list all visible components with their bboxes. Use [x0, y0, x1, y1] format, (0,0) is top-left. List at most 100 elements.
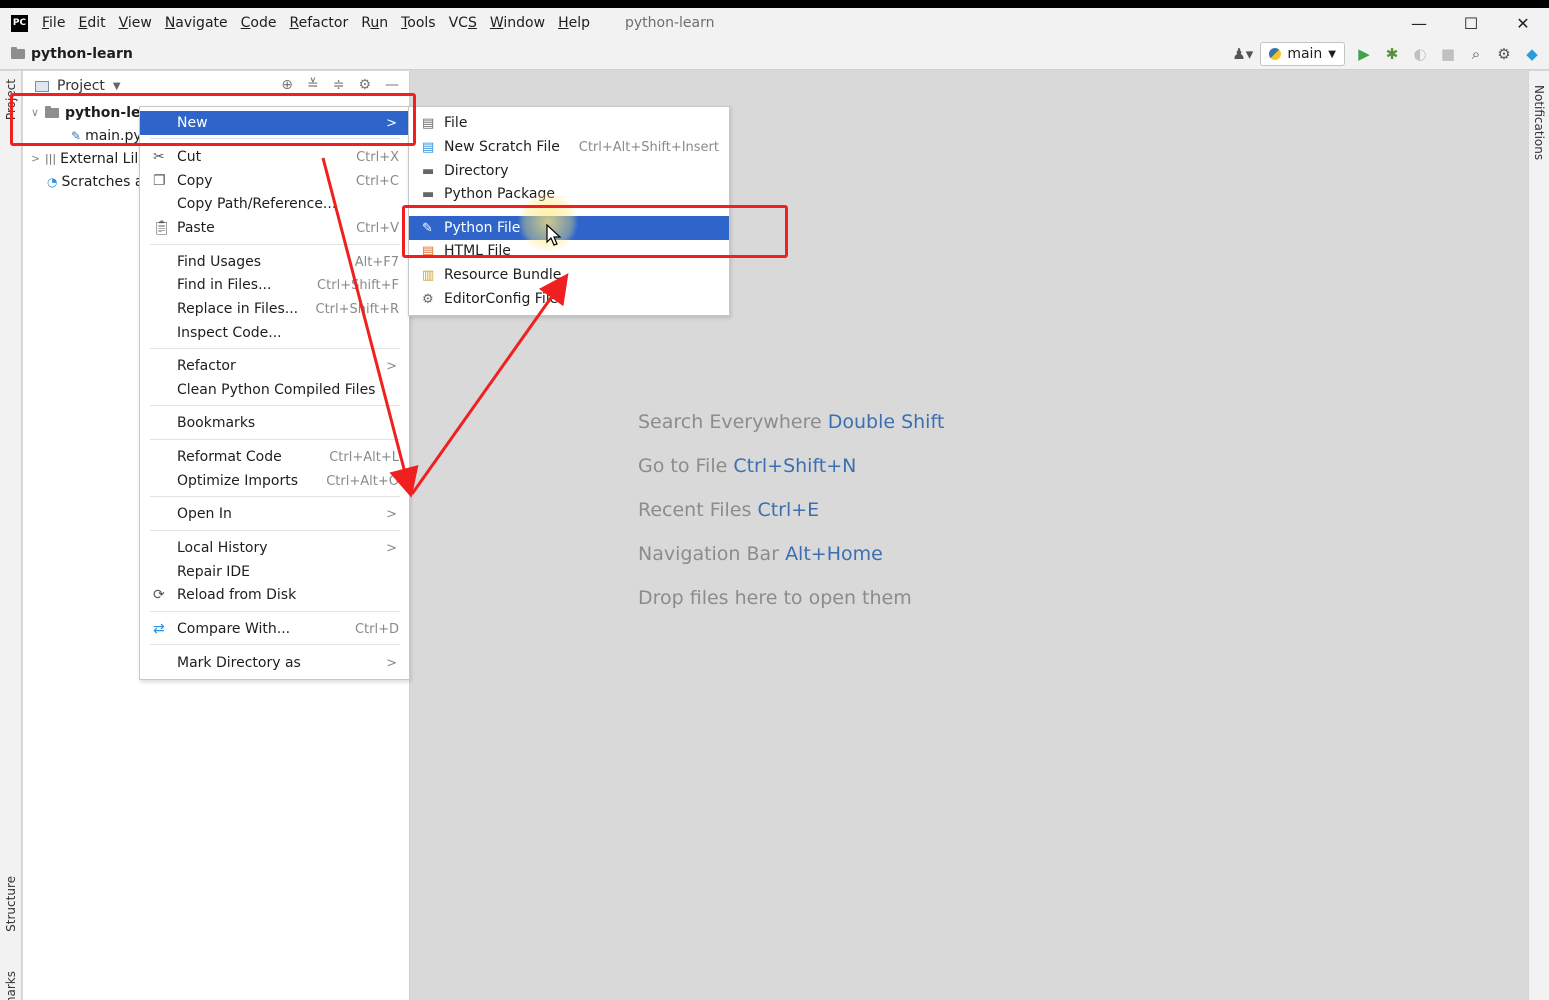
menu-separator [150, 496, 400, 497]
submenu-item-editorconfig-file[interactable]: ⚙ EditorConfig File [409, 287, 729, 311]
menu-item-compare-with[interactable]: ⇄ Compare With... Ctrl+D [140, 617, 409, 641]
menu-help[interactable]: Help [558, 15, 590, 31]
search-icon[interactable]: ⌕ [1467, 45, 1485, 63]
pycharm-logo-icon: PC [11, 14, 28, 32]
navigation-bar: python-learn ♟▾ main ▼ ▶ ✱ ◐ ■ ⌕ ⚙ ◆ [0, 38, 1549, 70]
menu-vcs[interactable]: VCS [449, 15, 477, 31]
editor-empty-hints: Search Everywhere Double Shift Go to Fil… [638, 400, 944, 620]
coverage-icon[interactable]: ◐ [1411, 45, 1429, 63]
menu-separator [150, 405, 400, 406]
menu-navigate[interactable]: Navigate [165, 15, 228, 31]
menu-window[interactable]: Window [490, 15, 545, 31]
menu-item-reload-from-disk[interactable]: ⟳ Reload from Disk [140, 583, 409, 607]
left-tool-strip: Project Structure Bookmarks [0, 71, 22, 1000]
menu-separator [150, 530, 400, 531]
stop-icon[interactable]: ■ [1439, 45, 1457, 63]
toolbar-right: ♟▾ main ▼ ▶ ✱ ◐ ■ ⌕ ⚙ ◆ [1232, 41, 1541, 67]
menu-view[interactable]: View [119, 15, 152, 31]
menu-item-optimize-imports[interactable]: Optimize Imports Ctrl+Alt+O [140, 469, 409, 493]
menu-edit[interactable]: Edit [78, 15, 105, 31]
submenu-item-new-scratch-file[interactable]: ▤ New Scratch File Ctrl+Alt+Shift+Insert [409, 135, 729, 159]
package-icon: ▬ [422, 186, 435, 202]
menu-item-open-in[interactable]: Open In > [140, 502, 409, 526]
tree-item-scratches[interactable]: ◔ Scratches a [47, 170, 143, 193]
project-view-icon [35, 80, 49, 92]
file-icon: ▤ [422, 115, 435, 131]
menu-item-mark-directory-as[interactable]: Mark Directory as > [140, 651, 409, 675]
chevron-right-icon[interactable]: > [31, 152, 45, 165]
menu-code[interactable]: Code [241, 15, 277, 31]
debug-icon[interactable]: ✱ [1383, 45, 1401, 63]
menu-item-paste[interactable]: 📋︎ Paste Ctrl+V [140, 216, 409, 240]
library-icon: ||| [45, 152, 57, 165]
menu-separator [150, 348, 400, 349]
maximize-button[interactable]: ☐ [1445, 8, 1497, 38]
menu-item-inspect-code[interactable]: Inspect Code... [140, 321, 409, 345]
hide-icon[interactable]: — [385, 77, 399, 93]
menu-item-local-history[interactable]: Local History > [140, 536, 409, 560]
window-controls: — ☐ ✕ [1393, 8, 1549, 38]
notifications-tool-tab[interactable]: Notifications [1532, 85, 1546, 160]
menu-item-find-in-files[interactable]: Find in Files... Ctrl+Shift+F [140, 273, 409, 297]
menu-item-replace-in-files[interactable]: Replace in Files... Ctrl+Shift+R [140, 297, 409, 321]
run-config-selector[interactable]: main ▼ [1260, 42, 1345, 66]
chevron-down-icon[interactable]: ▼ [113, 81, 121, 92]
menu-bar: PC File Edit View Navigate Code Refactor… [0, 8, 1549, 38]
hint-row: Recent Files Ctrl+E [638, 499, 820, 521]
structure-tool-tab[interactable]: Structure [4, 876, 18, 932]
right-tool-strip: Notifications [1528, 71, 1549, 1000]
hint-row: Navigation Bar Alt+Home [638, 543, 883, 565]
menu-item-repair-ide[interactable]: Repair IDE [140, 560, 409, 584]
run-config-label: main [1287, 46, 1323, 62]
chevron-right-icon: > [386, 655, 397, 671]
menu-run[interactable]: Run [361, 15, 388, 31]
user-icon[interactable]: ♟▾ [1232, 45, 1253, 63]
collapse-all-icon[interactable]: ≑ [333, 77, 345, 93]
expand-all-icon[interactable]: ≚ [307, 77, 319, 93]
scratches-icon: ◔ [47, 174, 58, 189]
chevron-down-icon: ▼ [1328, 48, 1336, 60]
jetbrains-icon[interactable]: ◆ [1523, 45, 1541, 63]
compare-icon: ⇄ [153, 621, 165, 637]
menu-item-reformat-code[interactable]: Reformat Code Ctrl+Alt+L [140, 445, 409, 469]
menu-tools[interactable]: Tools [401, 15, 436, 31]
menu-item-find-usages[interactable]: Find Usages Alt+F7 [140, 250, 409, 274]
hint-row: Drop files here to open them [638, 587, 912, 609]
close-button[interactable]: ✕ [1497, 8, 1549, 38]
scratch-file-icon: ▤ [422, 139, 435, 155]
context-menu: New > ✂ Cut Ctrl+X ❐ Copy Ctrl+C Copy Path/Re… [139, 106, 410, 680]
menu-file[interactable]: File [42, 15, 65, 31]
submenu-item-directory[interactable]: ▬ Directory [409, 159, 729, 183]
chevron-right-icon: > [386, 540, 397, 556]
gear-icon[interactable]: ⚙ [1495, 45, 1513, 63]
annotation-box-new [10, 93, 416, 146]
run-icon[interactable]: ▶ [1355, 45, 1373, 63]
menu-item-clean-python-compiled[interactable]: Clean Python Compiled Files [140, 378, 409, 402]
menu-item-cut[interactable]: ✂ Cut Ctrl+X [140, 145, 409, 169]
menu-item-copy-path[interactable]: Copy Path/Reference... [140, 192, 409, 216]
annotation-box-python-file [402, 205, 788, 258]
submenu-item-resource-bundle[interactable]: ▥ Resource Bundle [409, 263, 729, 287]
menu-item-bookmarks[interactable]: Bookmarks [140, 411, 409, 435]
breadcrumb-project[interactable]: python-learn [31, 46, 133, 62]
gear-icon[interactable]: ⚙ [358, 77, 371, 93]
chevron-right-icon: > [386, 358, 397, 374]
menu-refactor[interactable]: Refactor [289, 15, 348, 31]
tree-item-label: External Lil [60, 150, 139, 167]
python-icon [1269, 48, 1282, 60]
menu-separator [150, 611, 400, 612]
window-title: python-learn [625, 15, 715, 31]
locate-icon[interactable]: ⊕ [281, 77, 293, 93]
bookmarks-tool-tab[interactable]: Bookmarks [4, 971, 18, 1000]
submenu-item-file[interactable]: ▤ File [409, 111, 729, 135]
tree-item-external-libraries[interactable]: > ||| External Lil [31, 147, 138, 170]
minimize-button[interactable]: — [1393, 8, 1445, 38]
menu-item-refactor[interactable]: Refactor > [140, 354, 409, 378]
folder-icon: ▬ [422, 163, 435, 179]
menu-separator [150, 644, 400, 645]
menu-separator [150, 439, 400, 440]
project-panel-title[interactable]: Project [57, 78, 105, 94]
gear-icon: ⚙ [422, 291, 434, 307]
menu-item-copy[interactable]: ❐ Copy Ctrl+C [140, 169, 409, 193]
hint-row: Go to File Ctrl+Shift+N [638, 455, 857, 477]
